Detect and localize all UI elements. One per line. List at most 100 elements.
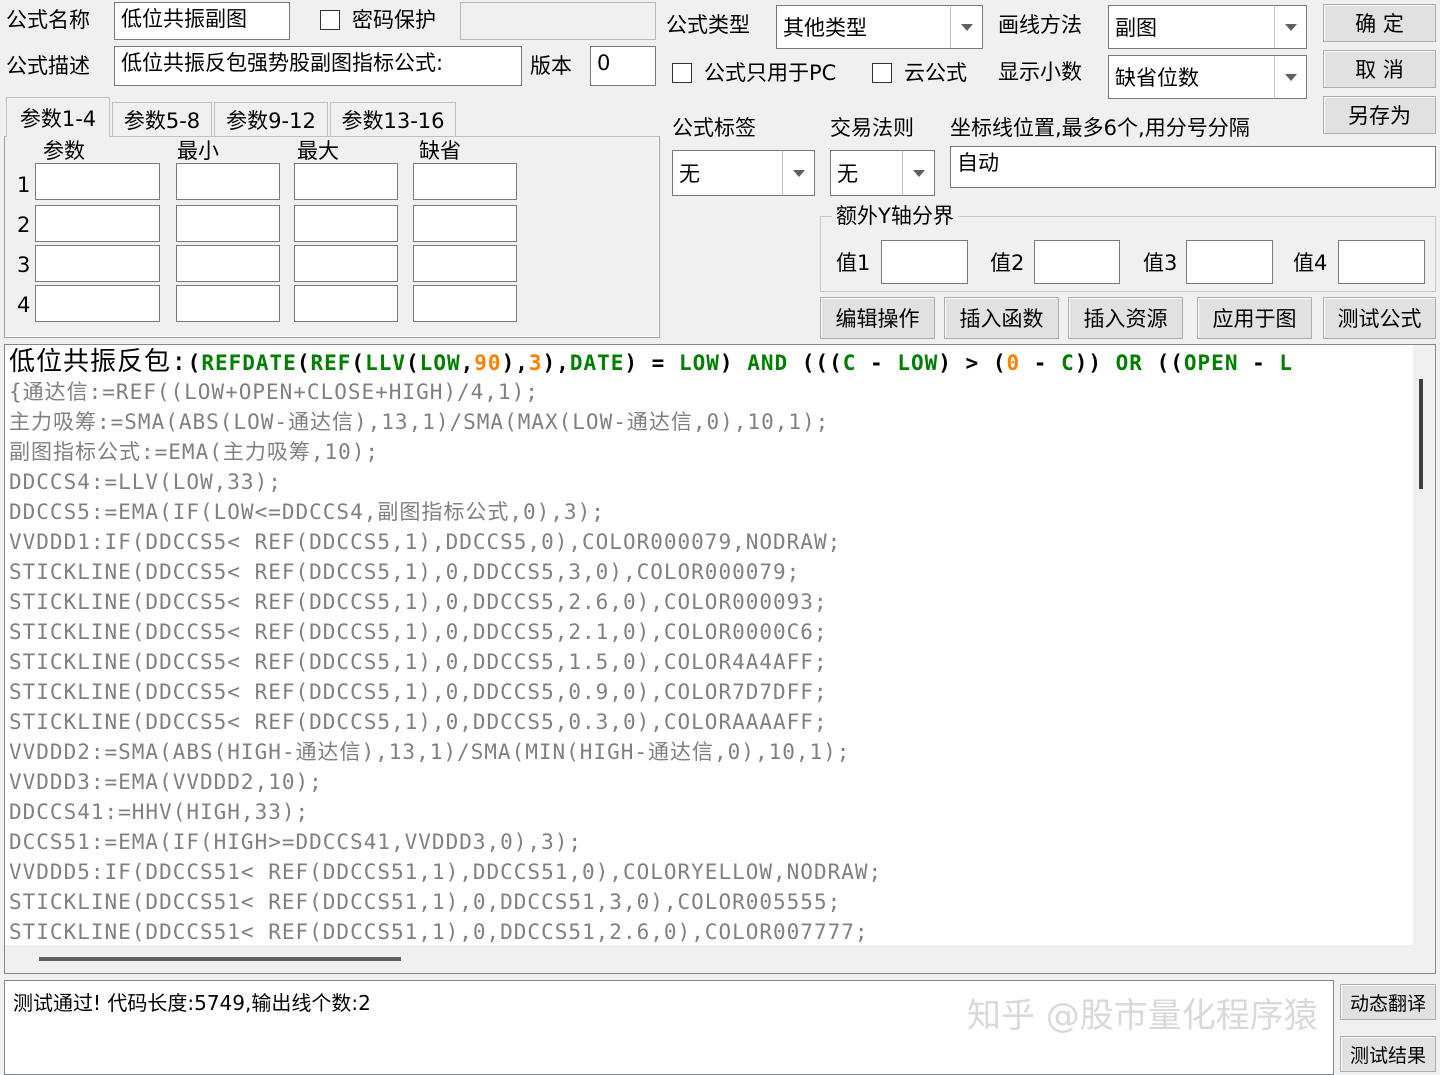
param-1-default[interactable]: [413, 163, 517, 200]
desc-field[interactable]: 低位共振反包强势股副图指标公式:: [114, 46, 522, 86]
param-4-max[interactable]: [294, 285, 398, 322]
code-line: DCCS51:=EMA(IF(HIGH>=DDCCS41,VVDDD3,0),3…: [9, 830, 583, 854]
code-line: STICKLINE(DDCCS5< REF(DDCCS5,1),0,DDCCS5…: [9, 650, 828, 674]
ok-button[interactable]: 确 定: [1323, 4, 1436, 42]
param-2-min[interactable]: [176, 205, 280, 242]
axis-label: 坐标线位置,最多6个,用分号分隔: [950, 116, 1250, 140]
param-1-name[interactable]: [35, 163, 160, 200]
type-select-value: 其他类型: [783, 16, 867, 40]
dynamic-translate-button[interactable]: 动态翻译: [1340, 984, 1436, 1020]
pc-only-checkbox[interactable]: [672, 63, 692, 83]
decimals-select[interactable]: 缺省位数: [1108, 55, 1307, 99]
param-3-max[interactable]: [294, 245, 398, 282]
code-line: VVDDD2:=SMA(ABS(HIGH-通达信),13,1)/SMA(MIN(…: [9, 740, 851, 764]
code-line: 主力吸筹:=SMA(ABS(LOW-通达信),13,1)/SMA(MAX(LOW…: [9, 410, 830, 434]
code-line: VVDDD5:IF(DDCCS51< REF(DDCCS51,1),DDCCS5…: [9, 860, 883, 884]
col-param-header: 参数: [43, 139, 85, 163]
edit-ops-button[interactable]: 编辑操作: [820, 297, 935, 339]
yaxis-v4-label: 值4: [1293, 251, 1328, 275]
yaxis-v2-label: 值2: [990, 251, 1025, 275]
param-2-max[interactable]: [294, 205, 398, 242]
test-formula-button[interactable]: 测试公式: [1323, 297, 1436, 339]
code-line-1-prefix: 低位共振反包:: [9, 347, 188, 377]
param-row-1-label: 1: [17, 173, 31, 197]
code-line: STICKLINE(DDCCS5< REF(DDCCS5,1),0,DDCCS5…: [9, 590, 828, 614]
param-4-name[interactable]: [35, 285, 160, 322]
version-label: 版本: [530, 54, 572, 78]
trade-select[interactable]: 无: [830, 150, 935, 196]
vertical-scroll-thumb[interactable]: [1419, 379, 1423, 489]
test-result-panel: 测试通过! 代码长度:5749,输出线个数:2 知乎 @股市量化程序猿: [4, 980, 1334, 1075]
code-line: STICKLINE(DDCCS5< REF(DDCCS5,1),0,DDCCS5…: [9, 560, 801, 584]
chevron-down-icon[interactable]: [902, 151, 934, 195]
chevron-down-icon[interactable]: [782, 151, 814, 195]
yaxis-title: 额外Y轴分界: [832, 206, 958, 227]
axis-field[interactable]: 自动: [950, 146, 1436, 188]
param-row-3-label: 3: [17, 253, 31, 277]
password-label: 密码保护: [352, 8, 436, 32]
insert-resource-button[interactable]: 插入资源: [1068, 297, 1183, 339]
yaxis-v1-label: 值1: [836, 251, 871, 275]
apply-to-chart-button[interactable]: 应用于图: [1197, 297, 1312, 339]
vertical-scrollbar[interactable]: [1413, 345, 1435, 945]
param-2-name[interactable]: [35, 205, 160, 242]
param-3-min[interactable]: [176, 245, 280, 282]
param-1-max[interactable]: [294, 163, 398, 200]
type-label: 公式类型: [666, 13, 750, 37]
cloud-checkbox[interactable]: [872, 63, 892, 83]
code-line: STICKLINE(DDCCS51< REF(DDCCS51,1),0,DDCC…: [9, 920, 869, 944]
tab-params-1-4[interactable]: 参数1-4: [6, 97, 110, 137]
pc-only-label: 公式只用于PC: [704, 61, 837, 85]
param-3-name[interactable]: [35, 245, 160, 282]
chevron-down-icon[interactable]: [950, 6, 982, 48]
trade-label: 交易法则: [830, 116, 914, 140]
code-line: STICKLINE(DDCCS51< REF(DDCCS51,1),0,DDCC…: [9, 890, 842, 914]
cancel-button[interactable]: 取 消: [1323, 50, 1436, 88]
watermark: 知乎 @股市量化程序猿: [967, 996, 1318, 1036]
code-line: STICKLINE(DDCCS5< REF(DDCCS5,1),0,DDCCS5…: [9, 680, 828, 704]
param-3-default[interactable]: [413, 245, 517, 282]
test-results-button[interactable]: 测试结果: [1340, 1036, 1436, 1072]
tag-label: 公式标签: [672, 116, 756, 140]
code-line: DDCCS4:=LLV(LOW,33);: [9, 470, 282, 494]
col-min-header: 最小: [177, 139, 219, 163]
code-line: {通达信:=REF((LOW+OPEN+CLOSE+HIGH)/4,1);: [9, 380, 539, 404]
draw-select[interactable]: 副图: [1108, 5, 1307, 49]
code-line: STICKLINE(DDCCS5< REF(DDCCS5,1),0,DDCCS5…: [9, 710, 828, 734]
code-line-1: 低位共振反包:(REFDATE(REF(LLV(LOW,90),3),DATE)…: [9, 347, 1294, 377]
tab-params-13-16[interactable]: 参数13-16: [330, 102, 456, 136]
code-line: STICKLINE(DDCCS5< REF(DDCCS5,1),0,DDCCS5…: [9, 620, 828, 644]
param-4-min[interactable]: [176, 285, 280, 322]
tab-params-5-8[interactable]: 参数5-8: [112, 102, 212, 136]
param-row-2-label: 2: [17, 213, 31, 237]
yaxis-v3-field[interactable]: [1186, 240, 1273, 284]
code-line: DDCCS41:=HHV(HIGH,33);: [9, 800, 310, 824]
chevron-down-icon[interactable]: [1274, 6, 1306, 48]
status-message: 测试通过! 代码长度:5749,输出线个数:2: [13, 991, 371, 1015]
insert-function-button[interactable]: 插入函数: [944, 297, 1059, 339]
version-field[interactable]: 0: [590, 46, 656, 86]
decimals-label: 显示小数: [998, 60, 1082, 84]
trade-select-value: 无: [837, 162, 858, 186]
param-2-default[interactable]: [413, 205, 517, 242]
tab-params-9-12[interactable]: 参数9-12: [214, 102, 328, 136]
param-4-default[interactable]: [413, 285, 517, 322]
param-row-4-label: 4: [17, 293, 31, 317]
code-editor[interactable]: 低位共振反包:(REFDATE(REF(LLV(LOW,90),3),DATE)…: [4, 344, 1436, 974]
horizontal-scrollbar[interactable]: [5, 945, 1435, 973]
tag-select[interactable]: 无: [672, 150, 815, 196]
horizontal-scroll-thumb[interactable]: [39, 957, 401, 961]
chevron-down-icon[interactable]: [1274, 56, 1306, 98]
yaxis-v4-field[interactable]: [1338, 240, 1425, 284]
yaxis-v3-label: 值3: [1143, 251, 1178, 275]
name-field[interactable]: 低位共振副图: [114, 2, 290, 40]
type-select[interactable]: 其他类型: [776, 5, 983, 49]
param-1-min[interactable]: [176, 163, 280, 200]
password-checkbox[interactable]: [320, 10, 340, 30]
save-as-button[interactable]: 另存为: [1323, 96, 1436, 134]
code-line: DDCCS5:=EMA(IF(LOW<=DDCCS4,副图指标公式,0),3);: [9, 500, 605, 524]
cloud-label: 云公式: [904, 61, 967, 85]
yaxis-v2-field[interactable]: [1034, 240, 1120, 284]
params-panel: 参数 最小 最大 缺省 1 2 3 4: [4, 136, 660, 338]
yaxis-v1-field[interactable]: [881, 240, 968, 284]
